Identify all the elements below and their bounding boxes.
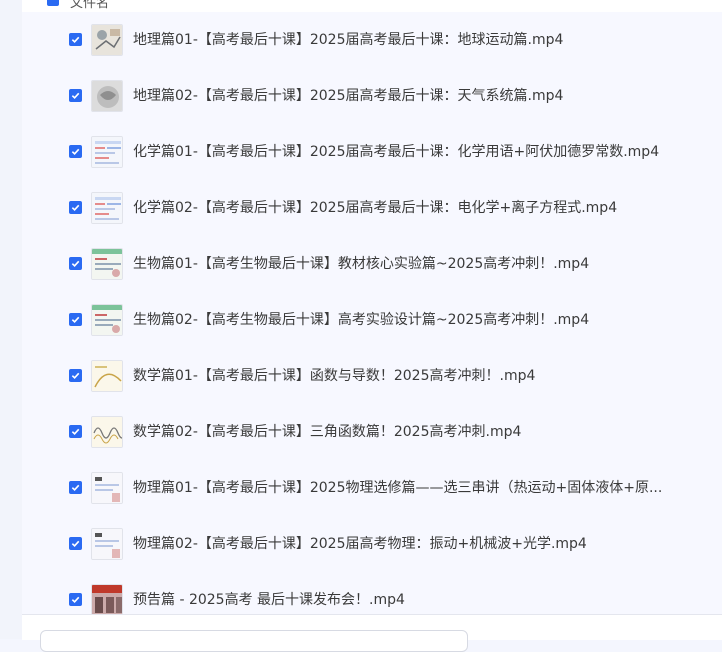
check-icon xyxy=(71,36,80,43)
file-row[interactable]: 数学篇02-【高考最后十课】三角函数篇！2025高考冲刺.mp4 xyxy=(44,404,722,460)
file-checkbox[interactable] xyxy=(69,425,82,438)
left-strip xyxy=(0,0,23,639)
video-thumbnail xyxy=(91,584,123,616)
video-thumbnail xyxy=(91,416,123,448)
file-name: 物理篇02-【高考最后十课】2025届高考物理：振动+机械波+光学.mp4 xyxy=(133,536,587,552)
file-row[interactable]: 化学篇01-【高考最后十课】2025届高考最后十课：化学用语+阿伏加德罗常数.m… xyxy=(44,124,722,180)
file-name: 地理篇02-【高考最后十课】2025届高考最后十课：天气系统篇.mp4 xyxy=(133,88,564,104)
file-checkbox[interactable] xyxy=(69,313,82,326)
file-checkbox[interactable] xyxy=(69,593,82,606)
file-row[interactable]: 化学篇02-【高考最后十课】2025届高考最后十课：电化学+离子方程式.mp4 xyxy=(44,180,722,236)
file-row[interactable]: 生物篇02-【高考生物最后十课】高考实验设计篇~2025高考冲刺！.mp4 xyxy=(44,292,722,348)
header-label: 文件名 xyxy=(70,0,110,11)
check-icon xyxy=(71,428,80,435)
file-row[interactable]: 生物篇01-【高考生物最后十课】教材核心实验篇~2025高考冲刺！.mp4 xyxy=(44,236,722,292)
file-name: 生物篇02-【高考生物最后十课】高考实验设计篇~2025高考冲刺！.mp4 xyxy=(133,312,590,328)
video-thumbnail xyxy=(91,472,123,504)
check-icon xyxy=(71,596,80,603)
file-name: 地理篇01-【高考最后十课】2025届高考最后十课：地球运动篇.mp4 xyxy=(133,32,564,48)
check-icon xyxy=(71,484,80,491)
file-name: 物理篇01-【高考最后十课】2025物理选修篇——选三串讲（热运动+固体液体+原… xyxy=(133,480,663,496)
video-thumbnail xyxy=(91,80,123,112)
file-checkbox[interactable] xyxy=(69,33,82,46)
check-icon xyxy=(71,260,80,267)
file-checkbox[interactable] xyxy=(69,369,82,382)
check-icon xyxy=(71,204,80,211)
file-checkbox[interactable] xyxy=(69,257,82,270)
select-all-checkbox[interactable] xyxy=(47,0,59,6)
video-thumbnail xyxy=(91,24,123,56)
file-row[interactable]: 地理篇02-【高考最后十课】2025届高考最后十课：天气系统篇.mp4 xyxy=(44,68,722,124)
video-thumbnail xyxy=(91,192,123,224)
video-thumbnail xyxy=(91,360,123,392)
video-thumbnail xyxy=(91,248,123,280)
video-thumbnail xyxy=(91,528,123,560)
list-header xyxy=(22,0,722,12)
video-thumbnail xyxy=(91,304,123,336)
file-row[interactable]: 物理篇01-【高考最后十课】2025物理选修篇——选三串讲（热运动+固体液体+原… xyxy=(44,460,722,516)
file-checkbox[interactable] xyxy=(69,481,82,494)
file-row[interactable]: 物理篇02-【高考最后十课】2025届高考物理：振动+机械波+光学.mp4 xyxy=(44,516,722,572)
file-checkbox[interactable] xyxy=(69,145,82,158)
file-row[interactable]: 数学篇01-【高考最后十课】函数与导数！2025高考冲刺！.mp4 xyxy=(44,348,722,404)
file-list: 地理篇01-【高考最后十课】2025届高考最后十课：地球运动篇.mp4 地理篇02… xyxy=(22,12,722,616)
bottom-input[interactable] xyxy=(40,630,468,652)
check-icon xyxy=(71,372,80,379)
file-name: 数学篇02-【高考最后十课】三角函数篇！2025高考冲刺.mp4 xyxy=(133,424,522,440)
file-row[interactable]: 地理篇01-【高考最后十课】2025届高考最后十课：地球运动篇.mp4 xyxy=(44,12,722,68)
check-icon xyxy=(71,92,80,99)
check-icon xyxy=(71,148,80,155)
file-name: 生物篇01-【高考生物最后十课】教材核心实验篇~2025高考冲刺！.mp4 xyxy=(133,256,590,272)
check-icon xyxy=(71,540,80,547)
check-icon xyxy=(71,316,80,323)
file-name: 化学篇02-【高考最后十课】2025届高考最后十课：电化学+离子方程式.mp4 xyxy=(133,200,618,216)
video-thumbnail xyxy=(91,136,123,168)
file-name: 化学篇01-【高考最后十课】2025届高考最后十课：化学用语+阿伏加德罗常数.m… xyxy=(133,144,660,160)
file-checkbox[interactable] xyxy=(69,89,82,102)
file-checkbox[interactable] xyxy=(69,537,82,550)
file-name: 数学篇01-【高考最后十课】函数与导数！2025高考冲刺！.mp4 xyxy=(133,368,536,384)
file-checkbox[interactable] xyxy=(69,201,82,214)
